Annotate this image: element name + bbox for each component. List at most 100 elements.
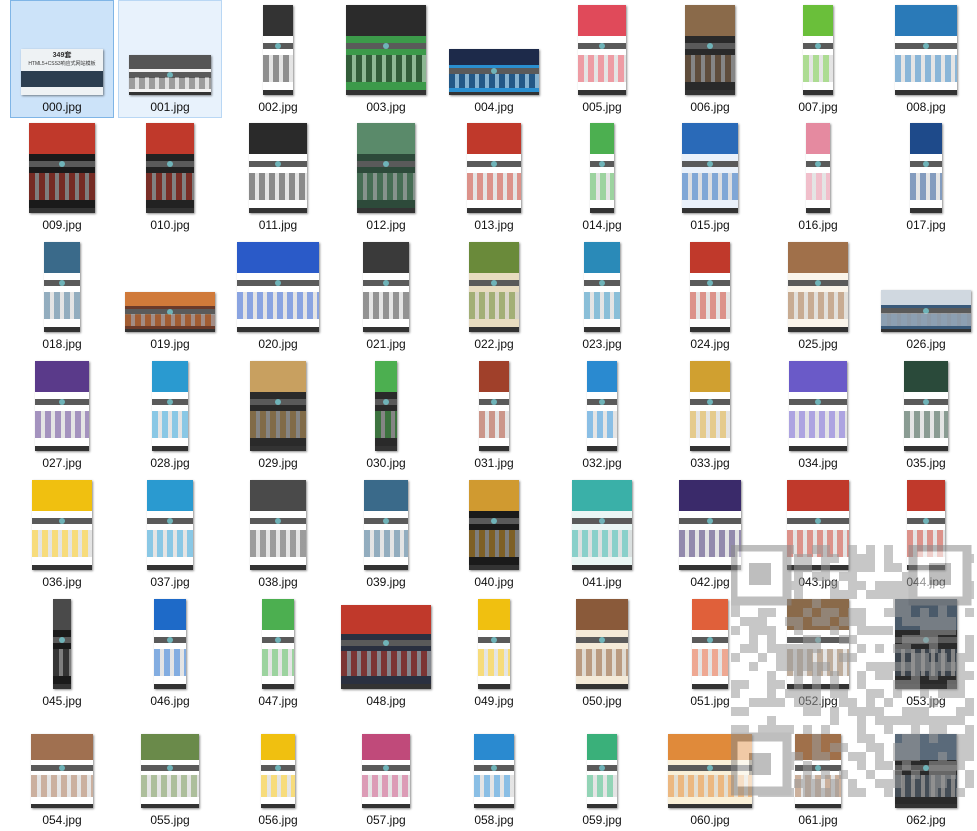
- file-item[interactable]: 031.jpg: [442, 356, 546, 474]
- file-name: 050.jpg: [582, 694, 622, 708]
- file-item[interactable]: 017.jpg: [874, 118, 977, 236]
- file-item[interactable]: 001.jpg: [118, 0, 222, 118]
- file-item[interactable]: 034.jpg: [766, 356, 870, 474]
- file-name: 039.jpg: [366, 575, 406, 589]
- file-item[interactable]: 024.jpg: [658, 237, 762, 355]
- file-item[interactable]: 004.jpg: [442, 0, 546, 118]
- file-name: 035.jpg: [906, 456, 946, 470]
- file-item[interactable]: 010.jpg: [118, 118, 222, 236]
- file-item[interactable]: 036.jpg: [10, 475, 114, 593]
- file-thumbnail: [53, 599, 71, 689]
- file-item[interactable]: 007.jpg: [766, 0, 870, 118]
- thumb-play-icon: [599, 280, 605, 286]
- file-name: 045.jpg: [42, 694, 82, 708]
- file-item[interactable]: 037.jpg: [118, 475, 222, 593]
- thumb-content: [363, 292, 409, 319]
- file-item[interactable]: 042.jpg: [658, 475, 762, 593]
- file-item[interactable]: 044.jpg: [874, 475, 977, 593]
- file-item[interactable]: 016.jpg: [766, 118, 870, 236]
- file-item[interactable]: 018.jpg: [10, 237, 114, 355]
- file-item[interactable]: 059.jpg: [550, 713, 654, 831]
- file-item[interactable]: 049.jpg: [442, 594, 546, 712]
- file-item[interactable]: 011.jpg: [226, 118, 330, 236]
- file-item[interactable]: 027.jpg: [10, 356, 114, 474]
- file-item[interactable]: 056.jpg: [226, 713, 330, 831]
- thumb-footer: [364, 565, 408, 570]
- file-item[interactable]: 038.jpg: [226, 475, 330, 593]
- file-item[interactable]: 012.jpg: [334, 118, 438, 236]
- thumb-footer: [690, 327, 730, 332]
- file-item[interactable]: 061.jpg: [766, 713, 870, 831]
- thumb-content: [152, 411, 188, 438]
- file-item[interactable]: 019.jpg: [118, 237, 222, 355]
- thumb-hero: [474, 734, 514, 760]
- thumb-play-icon: [923, 399, 929, 405]
- file-thumbnail: [895, 599, 957, 689]
- file-item[interactable]: 026.jpg: [874, 237, 977, 355]
- file-item[interactable]: 048.jpg: [334, 594, 438, 712]
- file-item[interactable]: 020.jpg: [226, 237, 330, 355]
- file-thumbnail: [479, 361, 509, 451]
- file-thumbnail: [129, 55, 211, 95]
- file-item[interactable]: 053.jpg: [874, 594, 977, 712]
- file-item[interactable]: 014.jpg: [550, 118, 654, 236]
- file-item[interactable]: 028.jpg: [118, 356, 222, 474]
- file-item[interactable]: 008.jpg: [874, 0, 977, 118]
- file-item[interactable]: 035.jpg: [874, 356, 977, 474]
- thumb-content: [364, 530, 408, 557]
- file-item[interactable]: 058.jpg: [442, 713, 546, 831]
- file-thumbnail: [587, 361, 617, 451]
- file-item[interactable]: 046.jpg: [118, 594, 222, 712]
- file-item[interactable]: 054.jpg: [10, 713, 114, 831]
- file-item[interactable]: 062.jpg: [874, 713, 977, 831]
- file-name: 018.jpg: [42, 337, 82, 351]
- thumb-hero: [35, 361, 89, 392]
- file-item[interactable]: 015.jpg: [658, 118, 762, 236]
- file-item[interactable]: 025.jpg: [766, 237, 870, 355]
- file-item[interactable]: 006.jpg: [658, 0, 762, 118]
- file-item[interactable]: 029.jpg: [226, 356, 330, 474]
- thumb-hero: [685, 5, 735, 36]
- file-item[interactable]: 005.jpg: [550, 0, 654, 118]
- file-item[interactable]: 002.jpg: [226, 0, 330, 118]
- thumb-footer: [263, 90, 293, 95]
- thumb-content: [362, 775, 410, 797]
- file-item[interactable]: 047.jpg: [226, 594, 330, 712]
- thumb-footer: [692, 684, 728, 689]
- file-name: 041.jpg: [582, 575, 622, 589]
- thumb-hero: [795, 734, 841, 760]
- file-item[interactable]: 013.jpg: [442, 118, 546, 236]
- file-name: 019.jpg: [150, 337, 190, 351]
- file-item[interactable]: 033.jpg: [658, 356, 762, 474]
- file-item[interactable]: 043.jpg: [766, 475, 870, 593]
- file-name: 004.jpg: [474, 100, 514, 114]
- file-item[interactable]: 023.jpg: [550, 237, 654, 355]
- file-grid[interactable]: 349套 HTML5+CSS3响应式网站模板 000.jpg 001.jpg 002.j…: [0, 0, 977, 827]
- file-item[interactable]: 052.jpg: [766, 594, 870, 712]
- file-item[interactable]: 030.jpg: [334, 356, 438, 474]
- file-name: 008.jpg: [906, 100, 946, 114]
- file-item[interactable]: 039.jpg: [334, 475, 438, 593]
- file-item[interactable]: 050.jpg: [550, 594, 654, 712]
- file-item[interactable]: 032.jpg: [550, 356, 654, 474]
- thumb-play-icon: [59, 280, 65, 286]
- file-item[interactable]: 022.jpg: [442, 237, 546, 355]
- file-item[interactable]: 021.jpg: [334, 237, 438, 355]
- file-item[interactable]: 009.jpg: [10, 118, 114, 236]
- file-name: 032.jpg: [582, 456, 622, 470]
- file-item[interactable]: 051.jpg: [658, 594, 762, 712]
- thumb-footer: [147, 565, 193, 570]
- file-item[interactable]: 060.jpg: [658, 713, 762, 831]
- thumb-play-icon: [383, 765, 389, 771]
- file-item[interactable]: 055.jpg: [118, 713, 222, 831]
- file-item[interactable]: 349套 HTML5+CSS3响应式网站模板 000.jpg: [10, 0, 114, 118]
- file-item[interactable]: 057.jpg: [334, 713, 438, 831]
- file-item[interactable]: 045.jpg: [10, 594, 114, 712]
- thumb-footer: [29, 208, 95, 213]
- file-item[interactable]: 003.jpg: [334, 0, 438, 118]
- thumb-hero: [53, 599, 71, 630]
- file-item[interactable]: 040.jpg: [442, 475, 546, 593]
- thumb-hero: [32, 480, 92, 511]
- file-name: 011.jpg: [258, 218, 298, 232]
- file-item[interactable]: 041.jpg: [550, 475, 654, 593]
